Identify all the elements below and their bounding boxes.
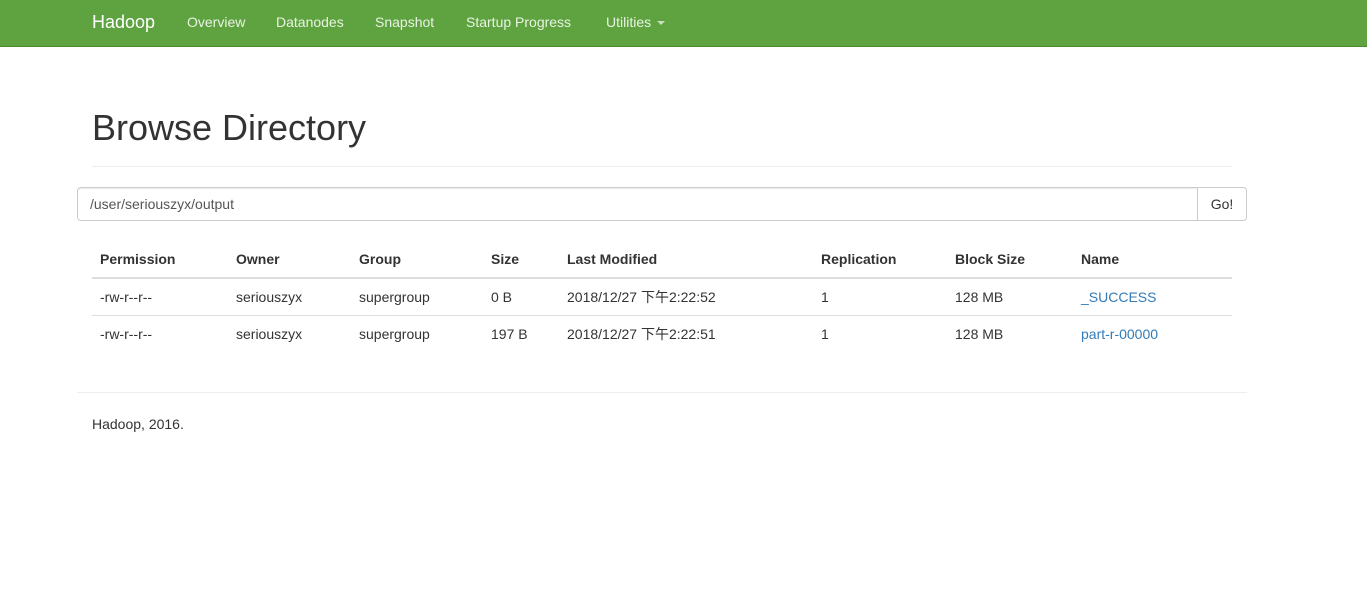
column-header-replication[interactable]: Replication (813, 241, 947, 279)
table-row: -rw-r--r-- seriouszyx supergroup 0 B 201… (92, 278, 1232, 316)
cell-name: part-r-00000 (1073, 315, 1232, 353)
nav-overview[interactable]: Overview (187, 13, 245, 31)
nav-utilities-dropdown[interactable]: Utilities (606, 13, 666, 31)
cell-replication: 1 (813, 315, 947, 353)
cell-last-modified: 2018/12/27 下午2:22:52 (567, 289, 716, 305)
cell-replication: 1 (821, 289, 829, 305)
cell-size: 197 B (483, 315, 559, 353)
column-header-block-size[interactable]: Block Size (947, 241, 1073, 279)
page-title: Browse Directory (92, 107, 367, 148)
cell-last-modified: 2018/12/27 下午2:22:51 (559, 315, 813, 353)
column-header-name[interactable]: Name (1073, 241, 1232, 279)
column-header-group[interactable]: Group (351, 241, 483, 279)
column-header-permission[interactable]: Permission (92, 241, 228, 279)
cell-group: supergroup (359, 289, 430, 305)
cell-block-size: 128 MB (955, 289, 1004, 305)
caret-down-icon (657, 21, 666, 26)
file-link[interactable]: _SUCCESS (1081, 289, 1156, 305)
cell-group: supergroup (351, 315, 483, 353)
nav-datanodes[interactable]: Datanodes (276, 13, 344, 31)
cell-name: _SUCCESS (1073, 278, 1232, 316)
column-header-size[interactable]: Size (483, 241, 559, 279)
go-button[interactable]: Go! (1197, 187, 1247, 221)
title-divider (92, 166, 1232, 167)
table-header-row: Permission Owner Group Size Last Modifie… (92, 241, 1232, 279)
cell-size: 0 B (491, 289, 513, 305)
cell-owner: seriouszyx (236, 289, 303, 305)
table-row: -rw-r--r-- seriouszyx supergroup 197 B 2… (92, 315, 1232, 353)
cell-permission: -rw-r--r-- (92, 315, 228, 353)
top-navbar: Hadoop Overview Datanodes Snapshot Start… (0, 0, 1367, 47)
cell-block-size: 128 MB (947, 315, 1073, 353)
nav-snapshot[interactable]: Snapshot (375, 13, 434, 31)
nav-utilities-label: Utilities (606, 14, 652, 30)
cell-permission: -rw-r--r-- (100, 289, 153, 305)
file-link[interactable]: part-r-00000 (1081, 326, 1158, 342)
directory-path-input[interactable] (77, 187, 1198, 221)
cell-owner: seriouszyx (228, 315, 351, 353)
footer-copyright: Hadoop, 2016. (92, 416, 184, 432)
file-listing-table: Permission Owner Group Size Last Modifie… (92, 241, 1232, 353)
footer-divider (77, 392, 1247, 393)
column-header-last-modified[interactable]: Last Modified (559, 241, 813, 279)
column-header-owner[interactable]: Owner (228, 241, 351, 279)
brand-link[interactable]: Hadoop (92, 11, 155, 33)
nav-startup-progress[interactable]: Startup Progress (466, 13, 571, 31)
